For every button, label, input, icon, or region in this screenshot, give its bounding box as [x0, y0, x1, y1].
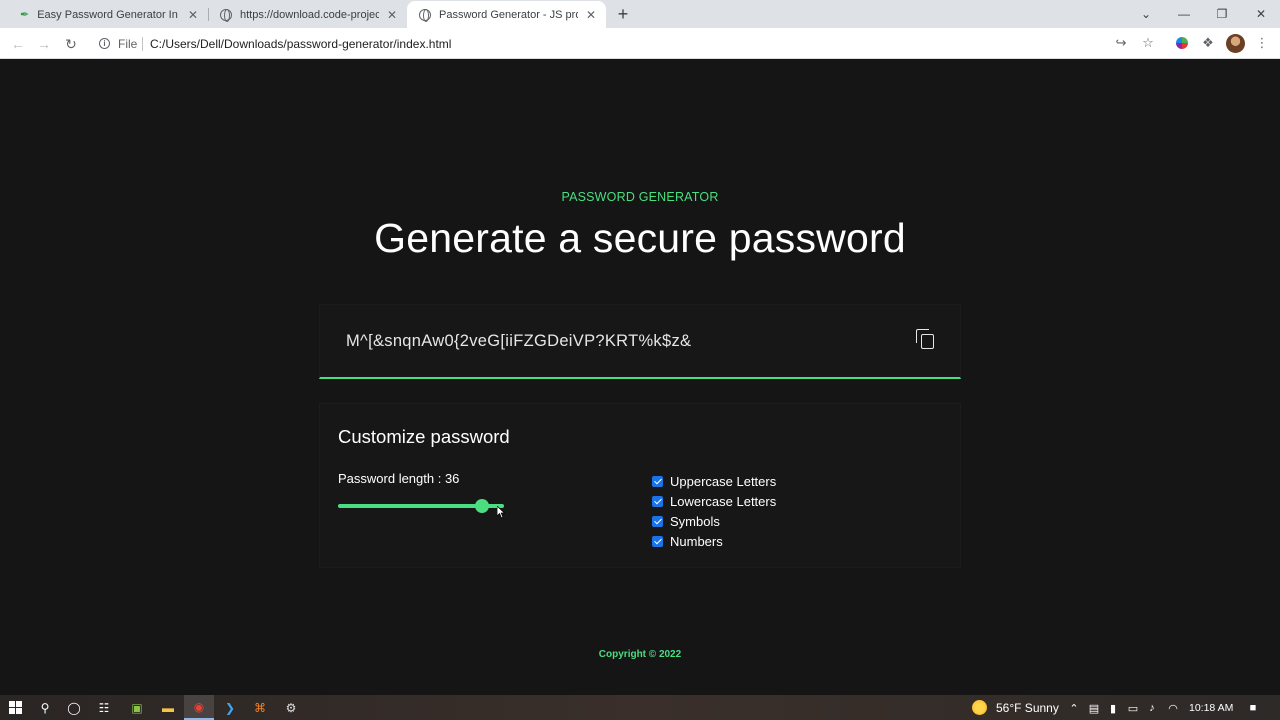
microphone-icon[interactable]: ▮: [1106, 701, 1120, 715]
tray-chevron-icon[interactable]: ⌃: [1067, 701, 1081, 715]
footer-copyright: Copyright © 2022: [598, 649, 682, 660]
option-label: Lowercase Letters: [670, 493, 777, 509]
chrome-app-icon[interactable]: ◉: [184, 695, 214, 720]
extension-color-icon[interactable]: [1174, 35, 1190, 51]
xampp-app-icon[interactable]: ⌘: [245, 695, 275, 720]
option-label: Uppercase Letters: [670, 473, 777, 489]
store-app-icon[interactable]: ▣: [122, 695, 152, 720]
new-tab-button[interactable]: +: [614, 4, 632, 24]
share-icon[interactable]: ↪: [1113, 35, 1129, 51]
network-device-icon[interactable]: ▤: [1087, 701, 1101, 715]
option-label: Numbers: [670, 533, 723, 549]
slider-thumb[interactable]: [475, 499, 490, 513]
password-length-slider[interactable]: [338, 499, 504, 513]
reload-icon[interactable]: ↻: [61, 34, 81, 54]
settings-app-icon[interactable]: ⚙: [276, 695, 306, 720]
globe-icon: [220, 8, 232, 22]
uppercase-checkbox[interactable]: [652, 475, 663, 487]
tab-title: Easy Password Generator In Java: [37, 8, 180, 21]
search-icon[interactable]: ⚲: [30, 695, 60, 720]
page-eyebrow: PASSWORD GENERATOR: [561, 190, 719, 204]
globe-icon: [419, 8, 431, 22]
tab-title: Password Generator - JS projects: [439, 8, 578, 21]
close-icon[interactable]: ✕: [385, 8, 399, 22]
customize-title: Customize password: [338, 426, 510, 447]
start-button[interactable]: [0, 695, 30, 720]
notifications-icon[interactable]: ■: [1246, 701, 1260, 715]
back-arrow-icon[interactable]: ←: [8, 34, 28, 54]
file-explorer-icon[interactable]: ▬: [153, 695, 183, 720]
password-display: M^[&snqnAw0{2veG[iiFZGDeiVP?KRT%k$z&: [319, 304, 961, 379]
windows-logo-icon: [8, 701, 22, 714]
vscode-app-icon[interactable]: ❯: [215, 695, 245, 720]
cortana-icon[interactable]: ◯: [59, 695, 89, 720]
mouse-cursor-icon: [497, 506, 506, 519]
generated-password[interactable]: M^[&snqnAw0{2veG[iiFZGDeiVP?KRT%k$z&: [346, 332, 691, 351]
tab-title: https://download.code-projects.o: [240, 8, 379, 21]
weather-sun-icon[interactable]: [972, 700, 987, 715]
option-label: Symbols: [670, 513, 720, 529]
info-icon[interactable]: i: [99, 38, 110, 49]
close-icon[interactable]: ✕: [186, 8, 200, 22]
weather-text[interactable]: 56°F Sunny: [996, 701, 1059, 715]
tab-password-generator[interactable]: Password Generator - JS projects ✕: [407, 1, 606, 28]
address-bar[interactable]: C:/Users/Dell/Downloads/password-generat…: [150, 37, 451, 51]
bookmark-star-icon[interactable]: ☆: [1140, 35, 1156, 51]
minimize-button[interactable]: —: [1165, 0, 1203, 28]
browser-tab-strip: ✒ Easy Password Generator In Java ✕ http…: [0, 0, 1280, 28]
option-symbols[interactable]: Symbols: [652, 511, 776, 531]
url-divider: [142, 37, 143, 51]
page-title: Generate a secure password: [374, 215, 906, 261]
profile-avatar[interactable]: [1226, 34, 1245, 53]
tab-easy-password-generator[interactable]: ✒ Easy Password Generator In Java ✕: [8, 1, 208, 28]
battery-icon[interactable]: ▭: [1126, 701, 1140, 715]
clock-time[interactable]: 10:18 AM: [1189, 702, 1233, 714]
tab-code-projects[interactable]: https://download.code-projects.o ✕: [208, 1, 407, 28]
copy-icon[interactable]: [916, 329, 938, 351]
option-lowercase[interactable]: Lowercase Letters: [652, 491, 776, 511]
feather-icon: ✒: [20, 9, 30, 21]
customize-card: Customize password Password length : 36 …: [319, 403, 961, 568]
restore-button[interactable]: ❐: [1203, 0, 1241, 28]
option-uppercase[interactable]: Uppercase Letters: [652, 471, 776, 491]
tab-search-chevron-icon[interactable]: ⌄: [1127, 0, 1165, 28]
password-length-label: Password length : 36: [338, 471, 460, 486]
symbols-checkbox[interactable]: [652, 515, 663, 527]
volume-icon[interactable]: ♪: [1145, 701, 1159, 715]
numbers-checkbox[interactable]: [652, 535, 663, 547]
url-scheme-label: File: [118, 37, 138, 51]
close-window-button[interactable]: ✕: [1242, 0, 1280, 28]
close-icon[interactable]: ✕: [584, 8, 598, 22]
lowercase-checkbox[interactable]: [652, 495, 663, 507]
option-numbers[interactable]: Numbers: [652, 531, 776, 551]
extensions-puzzle-icon[interactable]: ❖: [1200, 35, 1216, 51]
page-body: PASSWORD GENERATOR Generate a secure pas…: [0, 60, 1280, 695]
more-menu-icon[interactable]: ⋮: [1254, 35, 1270, 51]
character-options: Uppercase Letters Lowercase Letters Symb…: [652, 471, 776, 551]
task-view-icon[interactable]: ☷: [89, 695, 119, 720]
forward-arrow-icon[interactable]: →: [34, 34, 54, 54]
wifi-icon[interactable]: ◠: [1166, 701, 1180, 715]
